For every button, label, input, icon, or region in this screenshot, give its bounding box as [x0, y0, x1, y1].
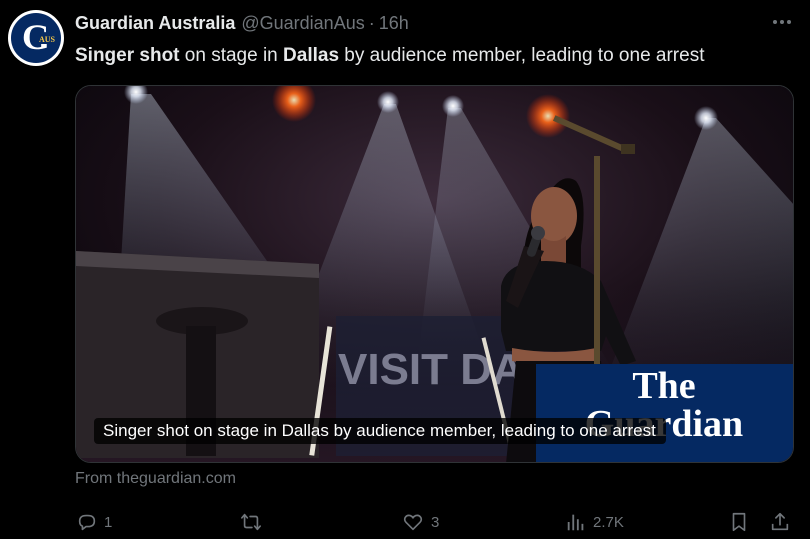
separator-dot: · — [368, 13, 375, 33]
reply-button[interactable]: 1 — [76, 505, 112, 539]
reply-count: 1 — [104, 513, 113, 531]
like-button[interactable]: 3 — [401, 505, 439, 539]
views-count: 2.7K — [593, 513, 624, 531]
tweet: G AUS Guardian Australia @GuardianAus · … — [0, 0, 810, 539]
share-button[interactable] — [769, 505, 791, 539]
guardian-logo-avatar: G AUS — [11, 13, 61, 63]
timestamp[interactable]: 16h — [379, 13, 409, 34]
views-icon — [567, 514, 584, 531]
repost-button[interactable] — [239, 505, 269, 539]
card-photo: VISIT DA The Guardian — [76, 86, 793, 462]
share-icon — [771, 512, 789, 531]
card-logo-line1: The — [632, 365, 695, 407]
action-bar: 1 3 2.7K — [0, 505, 810, 539]
heart-icon — [403, 514, 423, 531]
text-part-4: by audience member, leading to one arres… — [339, 45, 705, 66]
card-domain[interactable]: From theguardian.com — [75, 470, 236, 488]
text-bold-2: Dallas — [283, 45, 340, 66]
more-options-icon[interactable] — [770, 10, 794, 34]
text-bold-1: Singer shot — [75, 45, 180, 66]
card-caption: Singer shot on stage in Dallas by audien… — [94, 418, 666, 444]
avatar-badge: AUS — [38, 35, 57, 44]
repost-icon — [241, 513, 261, 531]
link-card[interactable]: VISIT DA The Guardian Singer shot on sta… — [75, 85, 794, 463]
bookmark-button[interactable] — [728, 505, 750, 539]
bookmark-icon — [732, 512, 746, 532]
author-handle[interactable]: @GuardianAus — [241, 13, 364, 34]
tweet-text: Singer shot on stage in Dallas by audien… — [75, 43, 790, 69]
tweet-header: Guardian Australia @GuardianAus · 16h — [75, 13, 770, 35]
reply-icon — [78, 514, 96, 531]
author-name[interactable]: Guardian Australia — [75, 13, 235, 34]
views-button[interactable]: 2.7K — [565, 505, 624, 539]
like-count: 3 — [431, 513, 440, 531]
avatar[interactable]: G AUS — [8, 10, 64, 66]
text-part-2: on stage in — [179, 45, 284, 66]
